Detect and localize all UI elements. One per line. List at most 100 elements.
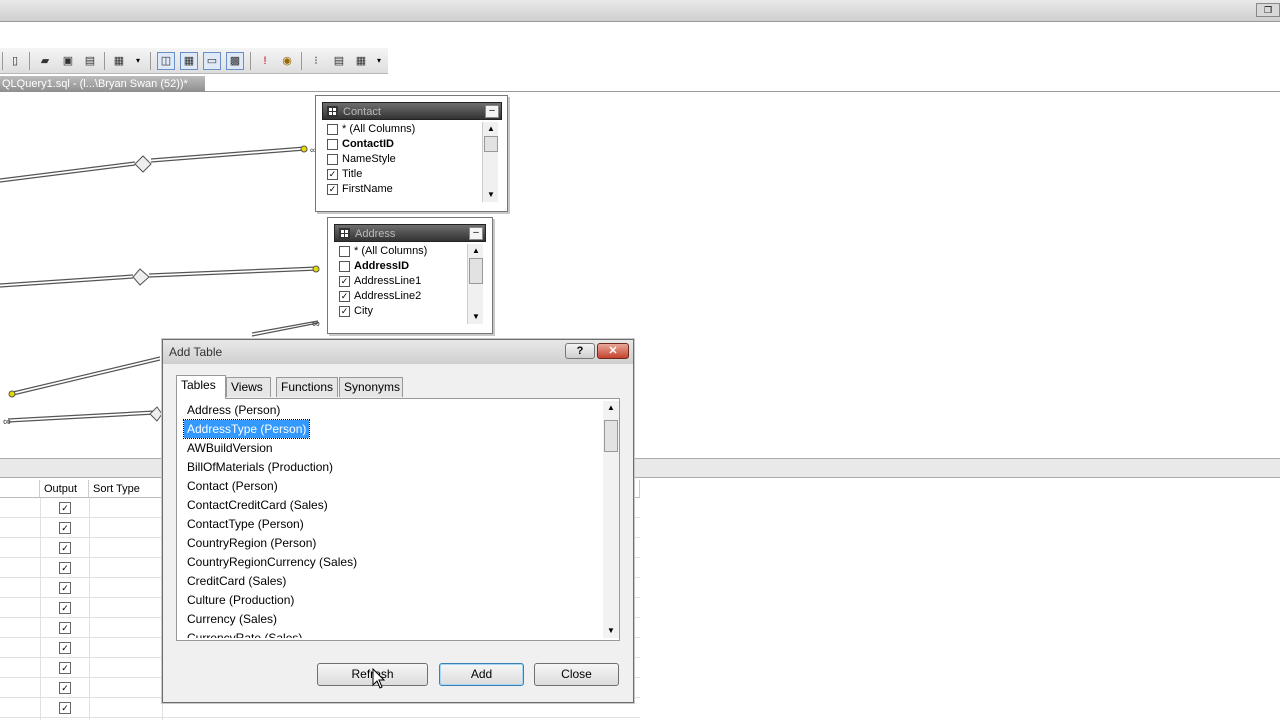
- print-icon[interactable]: ▤: [81, 52, 99, 70]
- column-checkbox[interactable]: ✓: [327, 169, 338, 180]
- address-table-box[interactable]: Address – * (All Columns) AddressID ✓ Addre…: [327, 217, 493, 334]
- scroll-up-icon[interactable]: ▲: [468, 244, 484, 258]
- tab-views[interactable]: Views: [226, 377, 271, 397]
- scroll-up-icon[interactable]: ▲: [483, 122, 499, 136]
- output-checkbox[interactable]: ✓: [59, 682, 71, 694]
- column-row[interactable]: NameStyle: [322, 152, 482, 167]
- table-list-item[interactable]: CurrencyRate (Sales): [179, 629, 603, 638]
- restore-window-button[interactable]: ❐: [1256, 3, 1280, 17]
- table-list-item[interactable]: Address (Person): [179, 401, 603, 420]
- group-by-icon[interactable]: ⁝: [307, 52, 325, 70]
- output-checkbox[interactable]: ✓: [59, 662, 71, 674]
- table-list-item-label: CurrencyRate (Sales): [187, 631, 303, 638]
- column-row[interactable]: ✓ Title: [322, 167, 482, 182]
- open-icon[interactable]: ▰: [36, 52, 54, 70]
- scroll-up-icon[interactable]: ▲: [603, 401, 619, 415]
- toolbar-overflow-icon[interactable]: ▾: [377, 55, 385, 67]
- column-row[interactable]: * (All Columns): [322, 122, 482, 137]
- output-checkbox[interactable]: ✓: [59, 582, 71, 594]
- column-label: FirstName: [342, 183, 393, 195]
- table-list-item[interactable]: AWBuildVersion: [179, 439, 603, 458]
- table-list-scrollbar[interactable]: ▲ ▼: [603, 401, 619, 638]
- column-checkbox[interactable]: [327, 124, 338, 135]
- output-checkbox[interactable]: ✓: [59, 522, 71, 534]
- grid-column-line: [40, 498, 41, 720]
- table-list-item[interactable]: ContactCreditCard (Sales): [179, 496, 603, 515]
- output-checkbox[interactable]: ✓: [59, 602, 71, 614]
- scroll-down-icon[interactable]: ▼: [603, 624, 619, 638]
- tables-tab-panel: Address (Person) AddressType (Person) AWBu…: [176, 398, 620, 641]
- add-button[interactable]: Add: [439, 663, 524, 686]
- table-list-item[interactable]: ContactType (Person): [179, 515, 603, 534]
- output-checkbox[interactable]: ✓: [59, 622, 71, 634]
- document-tab[interactable]: QLQuery1.sql - (l...\Bryan Swan (52))*: [0, 76, 205, 92]
- dialog-title: Add Table: [169, 345, 223, 359]
- table-list-item[interactable]: Culture (Production): [179, 591, 603, 610]
- verify-sql-icon[interactable]: ◉: [278, 52, 296, 70]
- scroll-thumb[interactable]: [469, 258, 483, 284]
- column-row[interactable]: * (All Columns): [334, 244, 467, 259]
- minimize-table-button[interactable]: –: [485, 105, 499, 118]
- close-button[interactable]: Close: [534, 663, 619, 686]
- column-checkbox[interactable]: [339, 261, 350, 272]
- output-checkbox[interactable]: ✓: [59, 502, 71, 514]
- column-checkbox[interactable]: [339, 246, 350, 257]
- help-button[interactable]: ?: [565, 343, 595, 359]
- dialog-titlebar[interactable]: Add Table ? ✕: [163, 340, 633, 364]
- table-list-item[interactable]: AddressType (Person): [179, 419, 603, 439]
- column-row[interactable]: ✓ FirstName: [322, 182, 482, 197]
- new-query-icon[interactable]: ▯: [6, 52, 24, 70]
- add-table-icon[interactable]: ▤: [330, 52, 348, 70]
- tab-tables[interactable]: Tables: [176, 375, 226, 399]
- address-table-header[interactable]: Address –: [334, 224, 486, 242]
- column-row[interactable]: ✓ AddressLine2: [334, 289, 467, 304]
- table-list-item[interactable]: CreditCard (Sales): [179, 572, 603, 591]
- scroll-thumb[interactable]: [484, 136, 498, 152]
- table-list-item[interactable]: Currency (Sales): [179, 610, 603, 629]
- save-icon[interactable]: ▣: [59, 52, 77, 70]
- show-sql-pane-icon[interactable]: ▭: [203, 52, 221, 70]
- column-row[interactable]: ContactID: [322, 137, 482, 152]
- column-row[interactable]: ✓ City: [334, 304, 467, 319]
- show-criteria-pane-icon[interactable]: ▦: [180, 52, 198, 70]
- output-checkbox[interactable]: ✓: [59, 642, 71, 654]
- table-list-item-label: ContactCreditCard (Sales): [187, 498, 328, 512]
- column-checkbox[interactable]: [327, 154, 338, 165]
- execute-sql-icon[interactable]: !: [256, 52, 274, 70]
- output-checkbox[interactable]: ✓: [59, 562, 71, 574]
- change-type-icon[interactable]: ▦: [110, 52, 128, 70]
- output-checkbox[interactable]: ✓: [59, 702, 71, 714]
- add-derived-table-icon[interactable]: ▦: [352, 52, 370, 70]
- column-row[interactable]: ✓ AddressLine1: [334, 274, 467, 289]
- column-row[interactable]: AddressID: [334, 259, 467, 274]
- table-list-item[interactable]: Contact (Person): [179, 477, 603, 496]
- contact-column-scrollbar[interactable]: ▲ ▼: [482, 122, 498, 202]
- table-list[interactable]: Address (Person) AddressType (Person) AWBu…: [179, 401, 603, 638]
- column-checkbox[interactable]: ✓: [327, 184, 338, 195]
- tab-functions[interactable]: Functions: [276, 377, 338, 397]
- table-list-item[interactable]: BillOfMaterials (Production): [179, 458, 603, 477]
- show-diagram-pane-icon[interactable]: ◫: [157, 52, 175, 70]
- close-icon[interactable]: ✕: [597, 343, 629, 359]
- show-results-pane-icon[interactable]: ▩: [226, 52, 244, 70]
- column-label: AddressID: [354, 260, 410, 272]
- table-list-item[interactable]: CountryRegionCurrency (Sales): [179, 553, 603, 572]
- menu-area: [0, 22, 1280, 48]
- scroll-thumb[interactable]: [604, 420, 618, 452]
- table-list-item[interactable]: CountryRegion (Person): [179, 534, 603, 553]
- table-list-item-label: CountryRegion (Person): [187, 536, 317, 550]
- address-column-scrollbar[interactable]: ▲ ▼: [467, 244, 483, 324]
- column-checkbox[interactable]: ✓: [339, 291, 350, 302]
- change-type-dropdown-icon[interactable]: ▾: [136, 55, 144, 67]
- contact-table-header[interactable]: Contact –: [322, 102, 502, 120]
- contact-column-list: * (All Columns) ContactID NameStyle ✓ Title ✓…: [322, 122, 482, 197]
- column-checkbox[interactable]: [327, 139, 338, 150]
- scroll-down-icon[interactable]: ▼: [468, 310, 484, 324]
- tab-synonyms[interactable]: Synonyms: [339, 377, 403, 397]
- minimize-table-button[interactable]: –: [469, 227, 483, 240]
- column-checkbox[interactable]: ✓: [339, 306, 350, 317]
- output-checkbox[interactable]: ✓: [59, 542, 71, 554]
- column-checkbox[interactable]: ✓: [339, 276, 350, 287]
- scroll-down-icon[interactable]: ▼: [483, 188, 499, 202]
- contact-table-box[interactable]: Contact – * (All Columns) ContactID NameSt…: [315, 95, 508, 212]
